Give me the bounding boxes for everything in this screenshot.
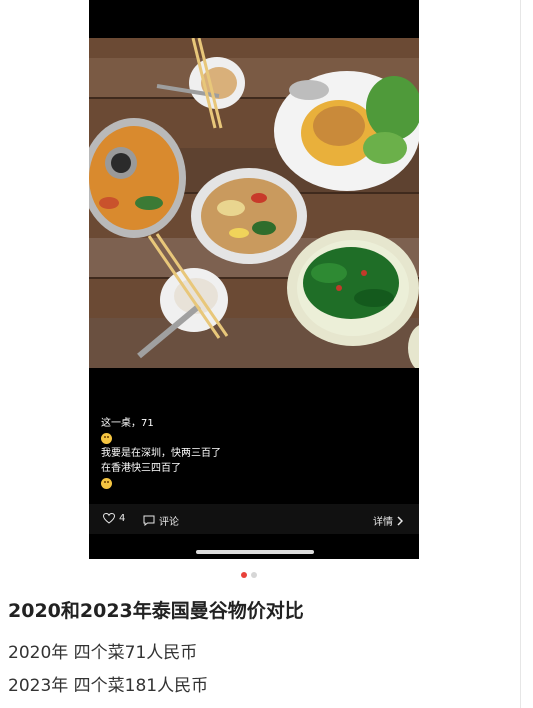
- like-count: 4: [119, 513, 126, 524]
- post-body-line: 2023年 四个菜181人民币: [8, 676, 209, 696]
- caption-line: 这一桌，71: [101, 418, 154, 429]
- heart-outline-icon: [103, 513, 115, 524]
- details-label: 详情: [373, 517, 393, 528]
- post-caption: 这一桌，71 我要是在深圳，快两三百了 在香港快三四百了: [101, 416, 401, 491]
- chevron-right-icon: [397, 515, 403, 526]
- page-divider: [520, 0, 521, 708]
- carousel-dot[interactable]: [251, 572, 257, 578]
- carousel-indicator[interactable]: [241, 572, 257, 578]
- grinning-emoji-icon: [101, 477, 112, 489]
- caption-line: 在香港快三四百了: [101, 463, 181, 474]
- carousel-dot-active[interactable]: [241, 572, 247, 578]
- details-button[interactable]: 详情: [373, 513, 403, 528]
- post-body-line: 2020年 四个菜71人民币: [8, 643, 198, 663]
- comment-label: 评论: [159, 517, 179, 528]
- comment-bubble-icon: [143, 515, 155, 526]
- like-button[interactable]: 4: [103, 513, 125, 524]
- home-indicator: [196, 550, 314, 554]
- food-photo: [89, 38, 419, 368]
- action-bar: 4 评论 详情: [89, 504, 419, 534]
- comment-button[interactable]: 评论: [143, 513, 179, 528]
- post-title: 2020和2023年泰国曼谷物价对比: [8, 600, 304, 622]
- grinning-emoji-icon: [101, 432, 112, 444]
- caption-line: 我要是在深圳，快两三百了: [101, 448, 221, 459]
- phone-screenshot[interactable]: 这一桌，71 我要是在深圳，快两三百了 在香港快三四百了 4 评论 详情: [89, 0, 419, 559]
- post-page: 这一桌，71 我要是在深圳，快两三百了 在香港快三四百了 4 评论 详情 202…: [0, 0, 533, 708]
- food-photo-illustration: [89, 38, 419, 368]
